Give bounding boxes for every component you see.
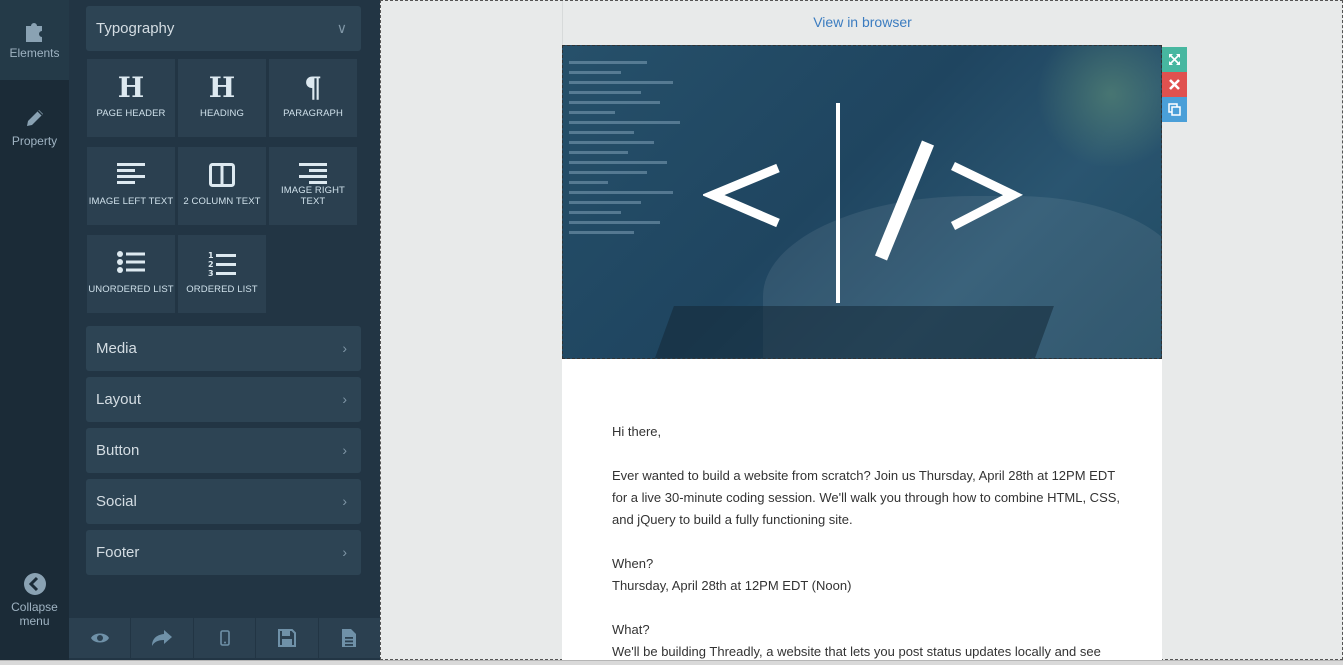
keyboard-background xyxy=(652,306,1054,358)
panel-toolbar xyxy=(69,618,380,658)
rail-property[interactable]: Property xyxy=(0,106,69,166)
tile-label: IMAGE LEFT TEXT xyxy=(88,196,174,207)
close-icon xyxy=(1169,79,1180,90)
when-question: When? xyxy=(612,556,654,571)
block-tools xyxy=(1162,47,1187,122)
tile-image-left-text[interactable]: IMAGE LEFT TEXT xyxy=(86,146,176,226)
collapse-menu-button[interactable]: Collapse menu xyxy=(0,572,69,636)
share-icon xyxy=(152,630,173,646)
tile-page-header[interactable]: H PAGE HEADER xyxy=(86,58,176,138)
pilcrow-icon: ¶ xyxy=(304,71,322,104)
tile-ordered-list[interactable]: 1 2 3 ORDERED LIST xyxy=(177,234,267,314)
rail-elements[interactable]: Elements xyxy=(0,0,69,80)
accordion-social[interactable]: Social › xyxy=(86,479,361,524)
copy-icon xyxy=(1168,103,1181,116)
tile-heading[interactable]: H HEADING xyxy=(177,58,267,138)
chevron-left-circle-icon xyxy=(23,573,46,595)
tile-label: UNORDERED LIST xyxy=(88,284,174,295)
delete-block-button[interactable] xyxy=(1162,72,1187,97)
mobile-icon xyxy=(219,630,230,646)
pencil-icon xyxy=(26,110,43,126)
expand-icon xyxy=(1169,54,1180,65)
email-template: View in browser Hi there, Ever wanted to… xyxy=(562,1,1187,665)
save-button[interactable] xyxy=(256,618,319,658)
heading-h-icon: H xyxy=(117,71,145,104)
chevron-right-icon: › xyxy=(342,442,347,458)
unordered-list-icon xyxy=(117,251,145,273)
accordion-media-label: Media xyxy=(96,340,137,357)
tile-label: IMAGE RIGHT TEXT xyxy=(281,185,345,207)
what-question: What? xyxy=(612,622,650,637)
email-body-text[interactable]: Hi there, Ever wanted to build a website… xyxy=(612,421,1122,663)
rail-elements-label: Elements xyxy=(9,46,60,60)
code-background xyxy=(569,54,699,241)
accordion-button-label: Button xyxy=(96,442,140,459)
tile-2-column-text[interactable]: 2 COLUMN TEXT xyxy=(177,146,267,226)
align-left-icon xyxy=(117,163,145,184)
accordion-typography-label: Typography xyxy=(96,20,175,37)
fullscreen-button[interactable] xyxy=(1162,47,1187,72)
chevron-right-icon: › xyxy=(342,493,347,509)
collapse-label-2: menu xyxy=(19,614,50,628)
tile-label: HEADING xyxy=(200,108,244,119)
chevron-right-icon: › xyxy=(342,391,347,407)
accordion-social-label: Social xyxy=(96,493,137,510)
elements-panel: Typography ∨ H PAGE HEADER H HEADING ¶ P… xyxy=(69,0,380,665)
rail-property-label: Property xyxy=(11,134,58,148)
chevron-right-icon: › xyxy=(342,340,347,356)
svg-text:3: 3 xyxy=(208,269,214,277)
preview-button[interactable] xyxy=(69,618,132,658)
tile-image-right-text[interactable]: IMAGE RIGHT TEXT xyxy=(268,146,358,226)
view-in-browser-link[interactable]: View in browser xyxy=(813,14,912,30)
accordion-media[interactable]: Media › xyxy=(86,326,361,371)
email-preheader: View in browser xyxy=(562,1,1162,45)
tile-label: PAGE HEADER xyxy=(96,108,166,119)
duplicate-block-button[interactable] xyxy=(1162,97,1187,122)
tile-label: ORDERED LIST xyxy=(186,284,258,295)
chevron-right-icon: › xyxy=(342,544,347,560)
accordion-typography[interactable]: Typography ∨ xyxy=(86,6,361,51)
accordion-button[interactable]: Button › xyxy=(86,428,361,473)
accordion-footer-label: Footer xyxy=(96,544,140,561)
align-right-icon xyxy=(299,163,327,184)
save-icon xyxy=(277,629,296,647)
plant-background xyxy=(1033,46,1161,166)
template-button[interactable] xyxy=(319,618,380,658)
svg-text:2: 2 xyxy=(208,260,214,269)
nav-rail: Elements Property Collapse menu xyxy=(0,0,69,665)
columns-icon xyxy=(209,163,235,187)
intro-text: Ever wanted to build a website from scra… xyxy=(612,468,1121,527)
heading-h-icon: H xyxy=(208,71,236,104)
puzzle-icon xyxy=(25,23,42,42)
document-icon xyxy=(342,629,357,647)
bottom-strip xyxy=(0,660,1343,665)
collapse-label-1: Collapse xyxy=(11,600,58,614)
greeting-text: Hi there, xyxy=(612,424,662,439)
tile-label: PARAGRAPH xyxy=(283,108,343,119)
when-answer: Thursday, April 28th at 12PM EDT (Noon) xyxy=(612,578,852,593)
accordion-layout[interactable]: Layout › xyxy=(86,377,361,422)
chevron-down-icon: ∨ xyxy=(336,20,347,36)
tile-unordered-list[interactable]: UNORDERED LIST xyxy=(86,234,176,314)
code-tag-logo-icon xyxy=(703,103,1023,303)
mobile-view-button[interactable] xyxy=(194,618,257,658)
hero-image-block[interactable] xyxy=(562,45,1162,359)
svg-text:1: 1 xyxy=(208,251,214,260)
accordion-footer[interactable]: Footer › xyxy=(86,530,361,575)
tile-paragraph[interactable]: ¶ PARAGRAPH xyxy=(268,58,358,138)
export-button[interactable] xyxy=(131,618,194,658)
tile-label: 2 COLUMN TEXT xyxy=(183,196,261,207)
editor-canvas[interactable]: View in browser Hi there, Ever wanted to… xyxy=(380,0,1343,665)
eye-icon xyxy=(90,633,109,643)
ordered-list-icon: 1 2 3 xyxy=(208,251,236,277)
accordion-layout-label: Layout xyxy=(96,391,142,408)
